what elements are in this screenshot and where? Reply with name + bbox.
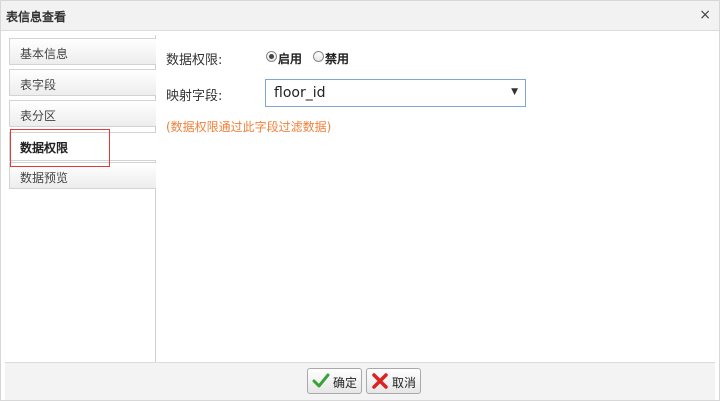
mapping-hint: (数据权限通过此字段过滤数据) — [166, 120, 332, 134]
confirm-label: 确定 — [333, 376, 358, 390]
close-icon[interactable]: × — [699, 7, 711, 23]
permission-label: 数据权限: — [166, 53, 223, 68]
dialog-body: 基本信息 表字段 表分区 数据权限 数据预览 数据权限: 启用 禁用 映射字段: — [1, 32, 719, 362]
selection-highlight — [10, 129, 110, 167]
sidebar-item-basic-info[interactable]: 基本信息 — [9, 38, 156, 65]
sidebar-item-label: 表分区 — [20, 109, 57, 123]
radio-enable-label[interactable]: 启用 — [278, 50, 302, 67]
mapping-field-label: 映射字段: — [166, 89, 223, 104]
sidebar-item-label: 基本信息 — [20, 47, 69, 61]
chevron-down-icon[interactable]: ▼ — [511, 87, 518, 97]
cross-icon — [372, 373, 388, 389]
mapping-field-select[interactable]: floor_id ▼ — [265, 79, 526, 107]
confirm-button[interactable]: 确定 — [307, 368, 362, 394]
radio-disable[interactable] — [313, 51, 324, 62]
sidebar-item-table-partitions[interactable]: 表分区 — [9, 100, 156, 127]
radio-disable-label[interactable]: 禁用 — [325, 50, 349, 67]
dialog-title: 表信息查看 — [6, 10, 67, 24]
mapping-field-value: floor_id — [274, 85, 326, 101]
permission-panel: 数据权限: 启用 禁用 映射字段: floor_id ▼ (数据权限通过此字段过… — [166, 32, 706, 352]
sidebar-item-table-fields[interactable]: 表字段 — [9, 69, 156, 96]
sidebar: 基本信息 表字段 表分区 数据权限 数据预览 — [5, 35, 156, 362]
sidebar-item-label: 表字段 — [20, 78, 57, 92]
table-info-dialog: 表信息查看 × 基本信息 表字段 表分区 数据权限 数据预览 数据权限: 启用 … — [0, 0, 720, 401]
cancel-button[interactable]: 取消 — [366, 368, 421, 394]
check-icon — [312, 373, 330, 388]
dialog-titlebar: 表信息查看 × — [1, 1, 719, 31]
dialog-footer: 确定 取消 — [5, 362, 715, 400]
cancel-label: 取消 — [392, 376, 417, 390]
sidebar-item-label: 数据预览 — [20, 171, 69, 185]
radio-enable[interactable] — [266, 51, 277, 62]
